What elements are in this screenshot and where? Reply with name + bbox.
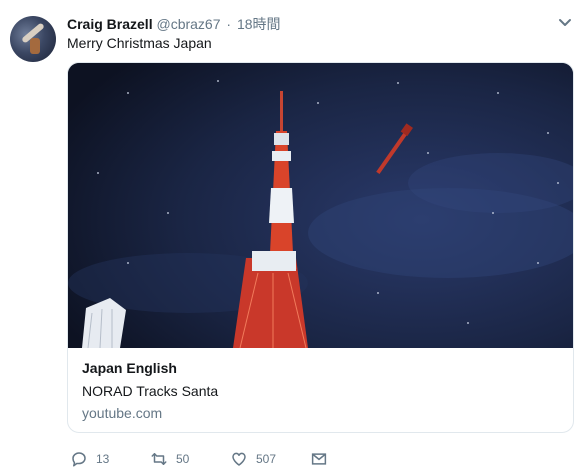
card-image[interactable] (68, 63, 573, 348)
card-description: NORAD Tracks Santa (82, 383, 219, 399)
retweet-button[interactable]: 50 (150, 450, 189, 468)
heart-icon (232, 452, 246, 466)
chevron-down-icon[interactable] (557, 14, 573, 30)
retweet-icon (151, 453, 167, 465)
like-count: 507 (256, 452, 277, 466)
card-domain[interactable]: youtube.com (82, 405, 559, 421)
tweet-actions: 13 50 507 (70, 450, 350, 470)
author-name[interactable]: Craig Brazell (67, 16, 153, 32)
author-handle[interactable]: @cbraz67 (156, 16, 220, 32)
tweet-text: Merry Christmas Japan (67, 35, 212, 51)
reply-button[interactable]: 13 (70, 450, 109, 468)
card-meta[interactable]: Japan English NORAD Tracks Santa youtube… (82, 360, 559, 421)
card-title[interactable]: Japan English (82, 360, 559, 376)
separator: · (226, 16, 232, 32)
reply-icon (72, 452, 86, 467)
reply-count: 13 (96, 452, 110, 466)
retweet-count: 50 (176, 452, 190, 466)
timestamp[interactable]: 18時間 (237, 16, 281, 32)
link-card[interactable]: Japan English NORAD Tracks Santa youtube… (67, 62, 574, 433)
like-button[interactable]: 507 (230, 450, 276, 468)
direct-message-button[interactable] (310, 450, 328, 468)
tweet-header: Craig Brazell @cbraz67 · 18時間 (67, 14, 281, 34)
avatar[interactable] (10, 16, 56, 62)
envelope-icon (311, 453, 327, 465)
